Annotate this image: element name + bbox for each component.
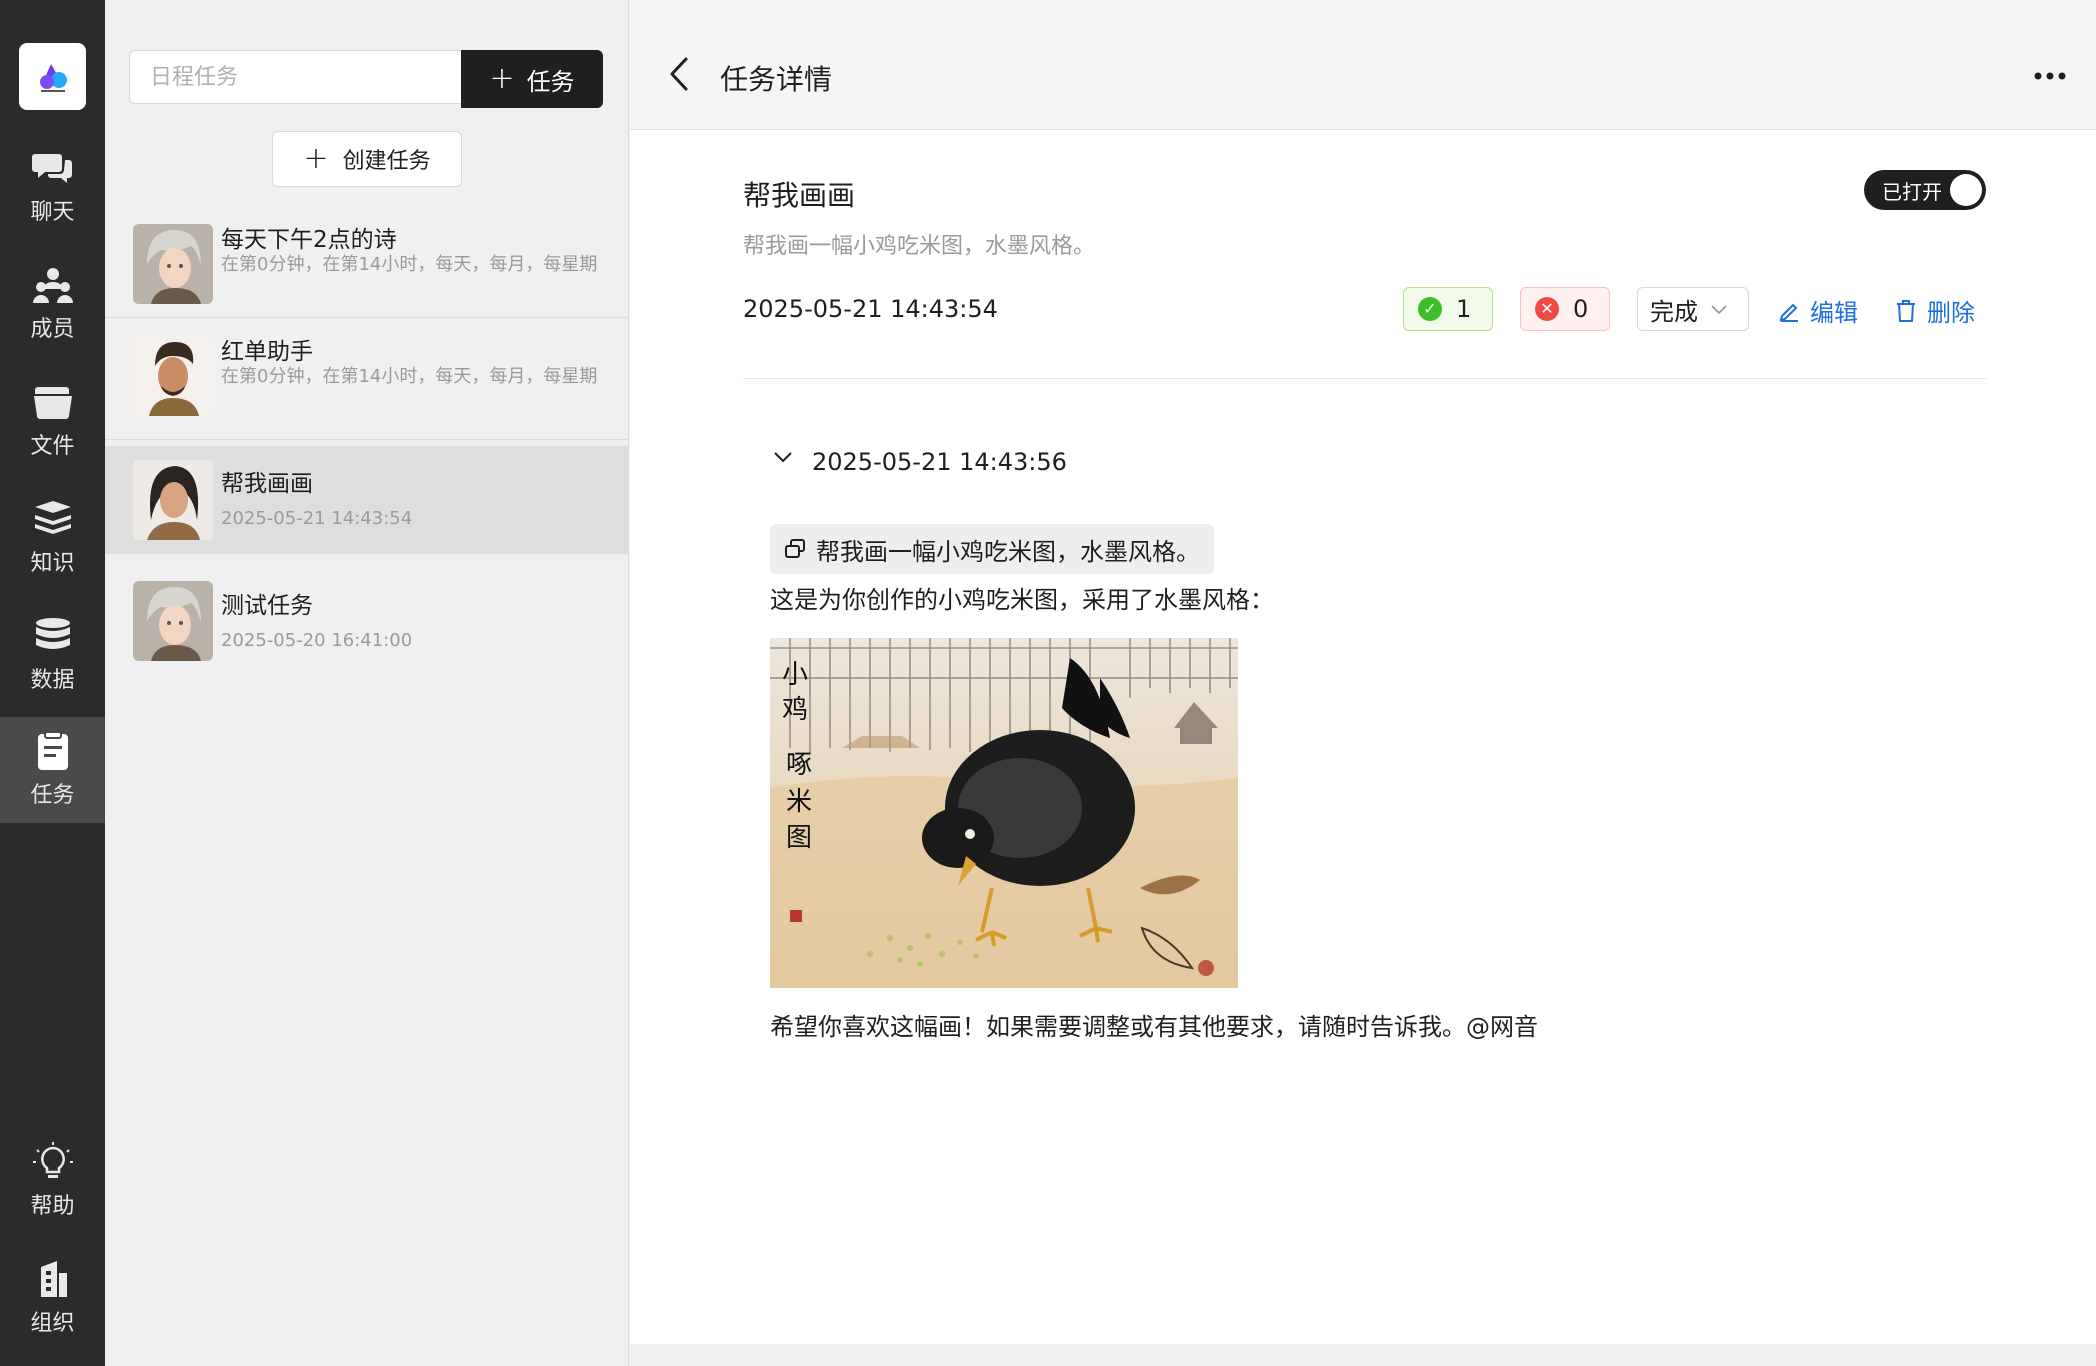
task-list-item[interactable]: 每天下午2点的诗 在第0分钟，在第14小时，每天，每月，每星期 xyxy=(105,204,629,318)
nav-item-organization[interactable]: 组织 xyxy=(0,1245,105,1351)
nav-item-organization-label: 组织 xyxy=(30,1311,75,1336)
nav-item-members-label: 成员 xyxy=(30,317,75,342)
svg-text:啄: 啄 xyxy=(786,750,812,780)
organization-icon xyxy=(40,1261,67,1297)
more-icon[interactable] xyxy=(2030,64,2070,88)
nav-item-knowledge-label: 知识 xyxy=(30,551,75,576)
task-title: 帮我画画 xyxy=(221,471,313,497)
toggle-knob xyxy=(1950,174,1982,206)
members-icon xyxy=(32,268,73,303)
nav-item-chat[interactable]: 聊天 xyxy=(0,134,105,240)
nav-item-files-label: 文件 xyxy=(30,434,75,459)
task-title: 测试任务 xyxy=(221,593,313,619)
create-task-label: 创建任务 xyxy=(342,149,431,174)
delete-button[interactable]: 删除 xyxy=(1895,293,1975,328)
avatar xyxy=(133,336,213,416)
chat-icon xyxy=(31,154,72,183)
bottom-bar xyxy=(630,1344,2096,1366)
task-icon xyxy=(37,731,68,770)
nav-item-data-label: 数据 xyxy=(30,668,75,693)
divider xyxy=(743,378,1986,379)
fail-count: 0 xyxy=(1573,295,1589,323)
task-title: 帮我画画 xyxy=(743,179,856,212)
copy-icon[interactable] xyxy=(784,538,806,560)
task-title: 每天下午2点的诗 xyxy=(221,227,397,253)
logo-icon xyxy=(39,63,67,92)
nav-item-data[interactable]: 数据 xyxy=(0,602,105,708)
database-icon xyxy=(35,618,70,649)
nav-item-tasks[interactable]: 任务 xyxy=(0,717,105,823)
success-count-badge: ✓ 1 xyxy=(1403,287,1493,331)
nav-item-help[interactable]: 帮助 xyxy=(0,1128,105,1234)
success-count: 1 xyxy=(1456,295,1472,323)
plus-icon: + xyxy=(303,141,329,176)
back-icon[interactable] xyxy=(666,56,692,92)
nav-item-knowledge[interactable]: 知识 xyxy=(0,485,105,591)
enabled-toggle[interactable]: 已打开 xyxy=(1864,170,1986,210)
avatar xyxy=(133,460,213,540)
fail-count-badge: ✕ 0 xyxy=(1520,287,1610,331)
page-title: 任务详情 xyxy=(720,63,833,96)
run-time: 2025-05-21 14:43:56 xyxy=(812,448,1067,476)
svg-text:鸡: 鸡 xyxy=(782,695,808,725)
toggle-label: 已打开 xyxy=(1882,179,1942,204)
task-list-item[interactable]: 测试任务 2025-05-20 16:41:00 xyxy=(105,562,629,674)
knowledge-icon xyxy=(34,501,71,534)
status-value: 完成 xyxy=(1650,297,1698,326)
task-description: 帮我画一幅小鸡吃米图，水墨风格。 xyxy=(743,234,1096,259)
edit-icon xyxy=(1779,303,1798,322)
check-circle-icon: ✓ xyxy=(1418,297,1442,321)
lightbulb-icon xyxy=(32,1142,73,1178)
avatar xyxy=(133,581,213,661)
detail-header: 任务详情 xyxy=(630,0,2096,130)
chevron-down-icon[interactable] xyxy=(772,446,794,468)
generated-artwork[interactable]: 小 鸡 啄 米 图 xyxy=(770,638,1238,988)
status-select[interactable]: 完成 xyxy=(1637,287,1749,331)
task-detail-panel: 任务详情 帮我画画 已打开 帮我画一幅小鸡吃米图，水墨风格。 2025-05-2… xyxy=(630,0,2096,1366)
reply-intro: 这是为你创作的小鸡吃米图，采用了水墨风格： xyxy=(770,586,1274,614)
task-subtitle: 在第0分钟，在第14小时，每天，每月，每星期 xyxy=(221,254,598,275)
task-list-panel: + 任务 + 创建任务 每天下午2点的诗 在第0分钟，在第14小时，每天，每月，… xyxy=(105,0,629,1366)
task-created-time: 2025-05-21 14:43:54 xyxy=(743,295,998,323)
edit-button[interactable]: 编辑 xyxy=(1778,293,1858,328)
delete-label: 删除 xyxy=(1927,299,1975,327)
close-circle-icon: ✕ xyxy=(1535,297,1559,321)
plus-icon: + xyxy=(489,61,515,96)
task-title: 红单助手 xyxy=(221,339,313,365)
avatar xyxy=(133,224,213,304)
prompt-chip: 帮我画一幅小鸡吃米图，水墨风格。 xyxy=(770,524,1214,574)
task-subtitle: 2025-05-20 16:41:00 xyxy=(221,630,413,651)
task-list-item[interactable]: 红单助手 在第0分钟，在第14小时，每天，每月，每星期 xyxy=(105,318,629,440)
left-nav: 聊天 成员 文件 知识 数据 任务 帮助 组织 xyxy=(0,0,105,1366)
trash-icon xyxy=(1897,299,1915,322)
nav-item-tasks-label: 任务 xyxy=(30,783,75,808)
reply-outro: 希望你喜欢这幅画！如果需要调整或有其他要求，请随时告诉我。@网音 xyxy=(770,1013,1538,1041)
artwork-caption-vertical: 小 xyxy=(782,660,808,690)
nav-item-files[interactable]: 文件 xyxy=(0,368,105,474)
nav-item-members[interactable]: 成员 xyxy=(0,251,105,357)
folder-icon xyxy=(33,387,72,419)
chevron-down-icon xyxy=(1711,305,1727,315)
prompt-text: 帮我画一幅小鸡吃米图，水墨风格。 xyxy=(816,537,1200,566)
svg-text:米: 米 xyxy=(786,787,812,817)
task-subtitle: 在第0分钟，在第14小时，每天，每月，每星期 xyxy=(221,366,598,387)
nav-item-chat-label: 聊天 xyxy=(30,200,75,225)
svg-text:图: 图 xyxy=(786,823,812,853)
edit-label: 编辑 xyxy=(1810,299,1858,327)
nav-item-help-label: 帮助 xyxy=(30,1194,75,1219)
task-list-item[interactable]: 帮我画画 2025-05-21 14:43:54 xyxy=(105,446,629,554)
add-task-button[interactable]: + 任务 xyxy=(461,50,603,108)
app-logo[interactable] xyxy=(19,43,86,110)
search-input[interactable] xyxy=(129,50,461,104)
task-subtitle: 2025-05-21 14:43:54 xyxy=(221,508,413,529)
create-task-button[interactable]: + 创建任务 xyxy=(272,131,462,187)
add-task-label: 任务 xyxy=(526,67,575,96)
